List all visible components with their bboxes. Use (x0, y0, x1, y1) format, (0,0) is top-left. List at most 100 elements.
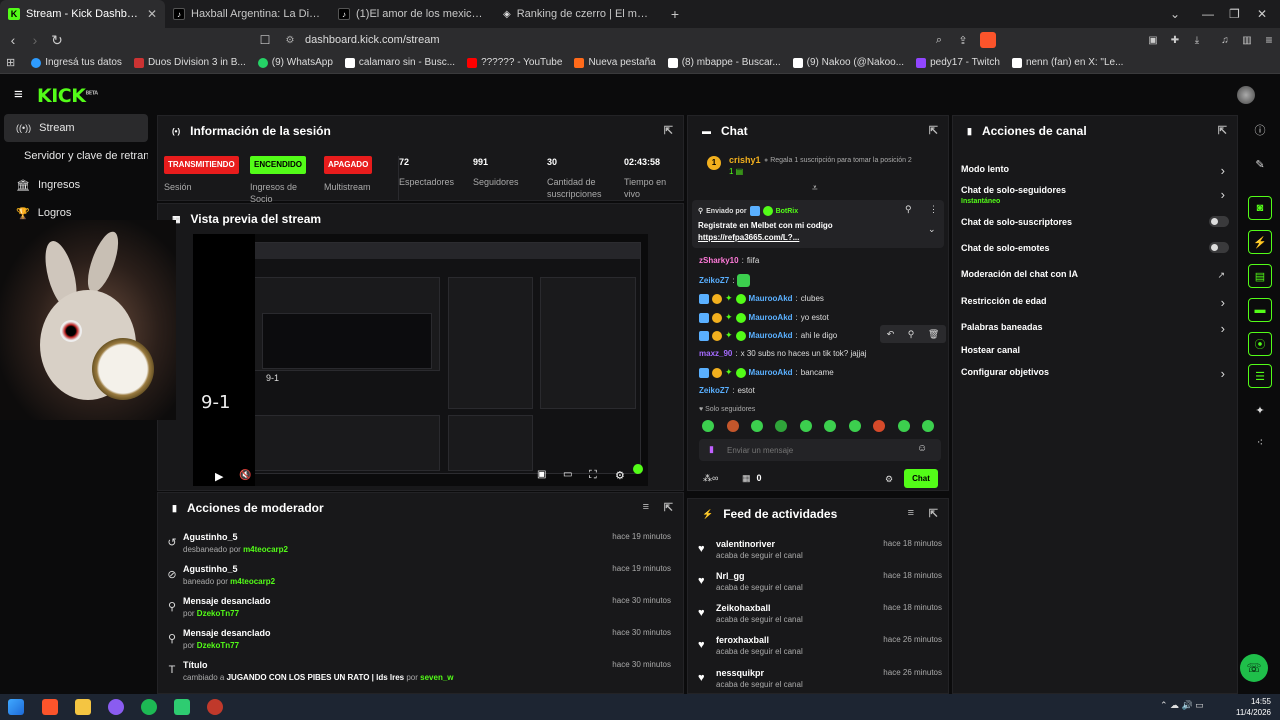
delete-icon[interactable]: 🗑 (928, 329, 939, 340)
unpin-button[interactable]: ⚲ (905, 204, 912, 215)
puzzle-icon[interactable]: ✚ (1164, 35, 1186, 46)
reload-icon[interactable]: ↻ (46, 32, 68, 49)
avatar[interactable] (1237, 86, 1255, 104)
chat-message[interactable]: zSharky10: fiifa (699, 256, 759, 265)
more-options-icon[interactable]: ⋮ (929, 204, 938, 215)
chat-username[interactable]: MaurooAkd (749, 331, 793, 340)
emote-icon[interactable] (898, 420, 910, 432)
popout-icon[interactable]: ⇱ (1218, 124, 1227, 137)
share-icon[interactable]: ⇪ (952, 34, 974, 47)
broadcast-icon[interactable]: ⦿ (1248, 332, 1272, 356)
subs-only-toggle[interactable] (1209, 216, 1229, 227)
share-nodes-icon[interactable]: ⁖ (1248, 430, 1272, 454)
chat-username[interactable]: MaurooAkd (749, 368, 793, 377)
bookmark-item[interactable]: ?????? - YouTube (461, 57, 568, 68)
tab-haxball[interactable]: ♪ Haxball Argentina: La Diversión en Fu (165, 0, 330, 28)
emote-icon[interactable] (824, 420, 836, 432)
follower-name[interactable]: valentinoriver (716, 539, 775, 549)
chat-message[interactable]: ZeikoZ7: estot (699, 386, 755, 395)
emotes-only-toggle[interactable] (1209, 242, 1229, 253)
follower-name[interactable]: nessquikpr (716, 668, 764, 678)
file-explorer-icon[interactable] (75, 699, 91, 715)
windows-start-icon[interactable] (8, 699, 24, 715)
apps-grid-icon[interactable]: ⊞ (6, 56, 15, 69)
obs-icon[interactable] (207, 699, 223, 715)
filter-icon[interactable]: ≡ (908, 507, 914, 519)
emote-icon[interactable] (922, 420, 934, 432)
chat-message[interactable]: ✦ MaurooAkd: bancame (699, 367, 834, 378)
clock[interactable]: 14:55 11/4/2026 (1236, 696, 1271, 718)
mod-actor[interactable]: m4teocarp2 (243, 545, 288, 554)
download-icon[interactable]: ⤓ (1186, 35, 1208, 46)
points-balance[interactable]: ▦ 0 (742, 473, 762, 484)
action-emotes-only[interactable]: Chat de solo-emotes (961, 242, 1231, 253)
chat-message[interactable]: ✦ MaurooAkd: ahi le digo (699, 330, 837, 341)
info-icon[interactable]: ⓘ (1248, 118, 1272, 142)
mic-icon[interactable]: ▮ (709, 444, 714, 455)
mod-actor[interactable]: m4teocarp2 (230, 577, 275, 586)
chat-username[interactable]: zSharky10 (699, 256, 739, 265)
forward-icon[interactable]: › (24, 32, 46, 48)
popout-icon[interactable]: ⇱ (929, 124, 938, 137)
bookmark-item[interactable]: (9) Nakoo (@Nakoo... (787, 57, 910, 68)
settings-gear-icon[interactable]: ⚙ (615, 469, 625, 482)
action-host-channel[interactable]: Hostear canal (961, 345, 1231, 355)
chat-message[interactable]: ZeikoZ7: (699, 274, 751, 287)
gift-prompt[interactable]: ● Regala 1 suscripción para tomar la pos… (764, 156, 934, 165)
action-age-restriction[interactable]: Restricción de edad › (961, 295, 1231, 310)
mod-actor[interactable]: DzekoTn77 (197, 641, 239, 650)
tab-amor-mexicanos[interactable]: ♪ (1)El amor de los mexicanos por el fú (330, 0, 495, 28)
reply-icon[interactable]: ↶ (887, 329, 895, 340)
menu-icon[interactable]: ≡ (1258, 33, 1280, 47)
popout-icon[interactable]: ⇱ (664, 501, 673, 514)
bookmark-item[interactable]: Ingresá tus datos (25, 57, 128, 68)
url-field[interactable]: dashboard.kick.com/stream (305, 28, 440, 52)
bookmark-item[interactable]: pedy17 - Twitch (910, 57, 1006, 68)
emote-icon[interactable] (727, 420, 739, 432)
chat-message[interactable]: ✦ MaurooAkd: yo estot (699, 312, 829, 323)
list-icon[interactable]: ☰ (1248, 364, 1272, 388)
close-window-icon[interactable]: ✕ (1257, 0, 1267, 28)
tray-icons[interactable]: ⌃ ☁ 🔊 ▭ (1160, 700, 1204, 711)
help-chat-button[interactable]: ☏ (1240, 654, 1268, 682)
site-info-icon[interactable]: ⚙ (279, 35, 301, 46)
app-icon[interactable] (174, 699, 190, 715)
spotify-icon[interactable] (141, 699, 157, 715)
bookmark-item[interactable]: (8) mbappe - Buscar... (662, 57, 787, 68)
collapse-chevron-icon[interactable]: ⩡ (812, 183, 818, 194)
expand-chevron-icon[interactable]: ⌄ (928, 224, 936, 235)
bookmark-item[interactable]: (9) WhatsApp (252, 57, 339, 68)
back-icon[interactable]: ‹ (2, 32, 24, 48)
action-slow-mode[interactable]: Modo lento › (961, 163, 1231, 178)
tab-ranking[interactable]: ◈ Ranking de czerro | El mejor software (495, 0, 660, 28)
pin-icon[interactable]: ⚲ (908, 329, 915, 340)
chat-message[interactable]: maxz_90: x 30 subs no haces un tik tok? … (699, 349, 866, 358)
new-tab-button[interactable]: + (660, 0, 690, 28)
play-icon[interactable]: ▶ (215, 470, 223, 483)
extension-icon[interactable]: ▣ (1142, 35, 1164, 46)
theater-icon[interactable]: ▭ (563, 469, 572, 480)
camera-icon[interactable]: ◙ (1248, 196, 1272, 220)
app-icon[interactable] (108, 699, 124, 715)
brave-shield-icon[interactable] (980, 32, 996, 48)
chat-message-field[interactable] (727, 443, 907, 457)
wrench-icon[interactable]: ✦ (1248, 398, 1272, 422)
follower-name[interactable]: Nrl_gg (716, 571, 745, 581)
close-tab-icon[interactable]: ✕ (147, 7, 157, 21)
edit-pencil-icon[interactable]: ✎ (1248, 152, 1272, 176)
points-icon[interactable]: ⁂∞ (703, 473, 718, 484)
chat-username[interactable]: ZeikoZ7 (699, 276, 729, 285)
maximize-icon[interactable]: ❐ (1229, 0, 1240, 28)
follower-name[interactable]: feroxhaxball (716, 635, 769, 645)
emote-icon[interactable] (800, 420, 812, 432)
bookmark-item[interactable]: Nueva pestaña (568, 57, 661, 68)
bolt-icon[interactable]: ⚡ (1248, 230, 1272, 254)
emote-icon[interactable] (702, 420, 714, 432)
emoji-picker-icon[interactable]: ☺ (917, 443, 927, 454)
sidebar-item-ingresos[interactable]: 🏛 Ingresos (4, 171, 148, 199)
bookmark-item[interactable]: calamaro sin - Busc... (339, 57, 461, 68)
document-icon[interactable]: ▤ (1248, 264, 1272, 288)
filter-icon[interactable]: ≡ (643, 501, 649, 513)
kick-logo[interactable]: KICKBETA (37, 85, 98, 107)
send-chat-button[interactable]: Chat (904, 469, 938, 488)
